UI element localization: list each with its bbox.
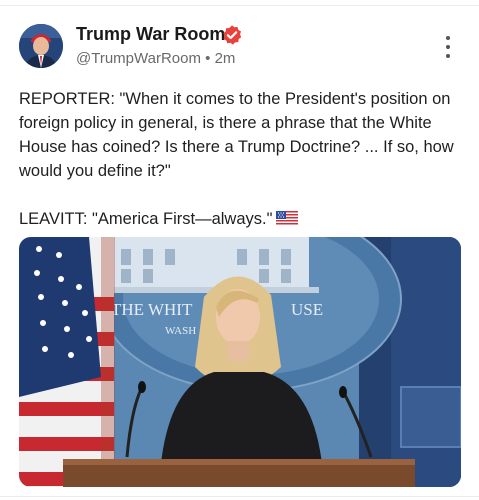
avatar[interactable] — [19, 24, 63, 68]
seal-text-left: THE WHIT — [111, 300, 193, 319]
timestamp[interactable]: 2m — [215, 50, 236, 67]
post-text-leavitt: LEAVITT: "America First—always." — [19, 207, 469, 231]
avatar-image — [19, 24, 63, 68]
post-media-image[interactable]: THE WHIT USE WASH — [19, 237, 461, 487]
seal-text-right: USE — [291, 300, 323, 319]
us-flag-icon — [276, 211, 299, 226]
separator-dot: • — [205, 50, 211, 67]
post-text: REPORTER: "When it comes to the Presiden… — [19, 87, 469, 231]
more-options-icon[interactable] — [440, 36, 456, 58]
verified-badge-icon — [223, 25, 242, 45]
author-name[interactable]: Trump War Room — [76, 24, 225, 45]
post-text-reporter: REPORTER: "When it comes to the Presiden… — [19, 90, 454, 180]
bottom-divider — [0, 496, 479, 497]
press-briefing-scene: THE WHIT USE WASH — [19, 237, 461, 487]
handle[interactable]: @TrumpWarRoom — [76, 50, 201, 67]
top-divider — [0, 5, 479, 6]
post-text-leavitt-quote: LEAVITT: "America First—always." — [19, 210, 273, 228]
seal-text-bottom: WASH — [165, 325, 196, 337]
handle-row: @TrumpWarRoom • 2m — [76, 50, 235, 67]
